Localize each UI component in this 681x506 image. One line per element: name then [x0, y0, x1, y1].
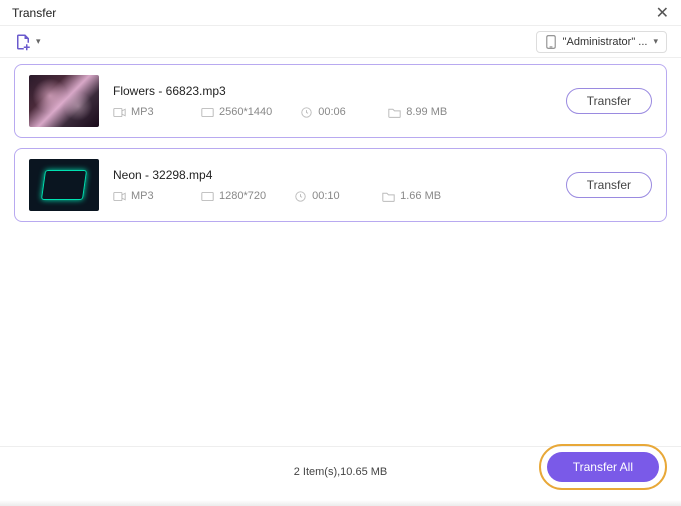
size-meta: 1.66 MB: [382, 190, 442, 202]
resolution-icon: [201, 107, 214, 118]
clock-icon: [300, 107, 313, 118]
toolbar: ▾ "Administrator" ... ▾: [0, 26, 681, 58]
transfer-all-button[interactable]: Transfer All: [547, 452, 659, 482]
transfer-button[interactable]: Transfer: [566, 172, 652, 198]
file-name: Flowers - 66823.mp3: [113, 84, 552, 98]
clock-icon: [294, 191, 307, 202]
thumbnail: [29, 159, 99, 211]
footer: 2 Item(s),10.65 MB Transfer All: [0, 446, 681, 496]
folder-icon: [388, 107, 401, 118]
device-selector[interactable]: "Administrator" ... ▾: [536, 31, 667, 53]
resolution-icon: [201, 191, 214, 202]
add-file-button[interactable]: ▾: [14, 33, 41, 51]
device-label: "Administrator" ...: [563, 36, 648, 48]
transfer-button[interactable]: Transfer: [566, 88, 652, 114]
file-card: Neon - 32298.mp4 MP3 1280*720 00:10 1.66…: [14, 148, 667, 222]
file-name: Neon - 32298.mp4: [113, 168, 552, 182]
chevron-down-icon: ▾: [36, 36, 41, 47]
resolution-meta: 2560*1440: [201, 106, 272, 118]
phone-icon: [545, 35, 557, 49]
file-info: Neon - 32298.mp4 MP3 1280*720 00:10 1.66…: [113, 168, 552, 202]
thumbnail: [29, 75, 99, 127]
summary-text: 2 Item(s),10.65 MB: [294, 466, 388, 478]
window-title: Transfer: [12, 6, 56, 20]
folder-icon: [382, 191, 395, 202]
file-card: Flowers - 66823.mp3 MP3 2560*1440 00:06 …: [14, 64, 667, 138]
chevron-down-icon: ▾: [653, 36, 658, 47]
duration-meta: 00:06: [300, 106, 360, 118]
size-meta: 8.99 MB: [388, 106, 448, 118]
video-icon: [113, 107, 126, 118]
file-info: Flowers - 66823.mp3 MP3 2560*1440 00:06 …: [113, 84, 552, 118]
duration-meta: 00:10: [294, 190, 354, 202]
close-icon[interactable]: ✕: [656, 3, 669, 23]
format-meta: MP3: [113, 190, 173, 202]
shadow: [0, 500, 681, 506]
transfer-all-highlight: Transfer All: [539, 444, 667, 490]
file-meta: MP3 1280*720 00:10 1.66 MB: [113, 190, 552, 202]
resolution-meta: 1280*720: [201, 190, 266, 202]
titlebar: Transfer ✕: [0, 0, 681, 26]
video-icon: [113, 191, 126, 202]
format-meta: MP3: [113, 106, 173, 118]
file-meta: MP3 2560*1440 00:06 8.99 MB: [113, 106, 552, 118]
add-file-icon: [14, 33, 32, 51]
file-list: Flowers - 66823.mp3 MP3 2560*1440 00:06 …: [0, 58, 681, 238]
